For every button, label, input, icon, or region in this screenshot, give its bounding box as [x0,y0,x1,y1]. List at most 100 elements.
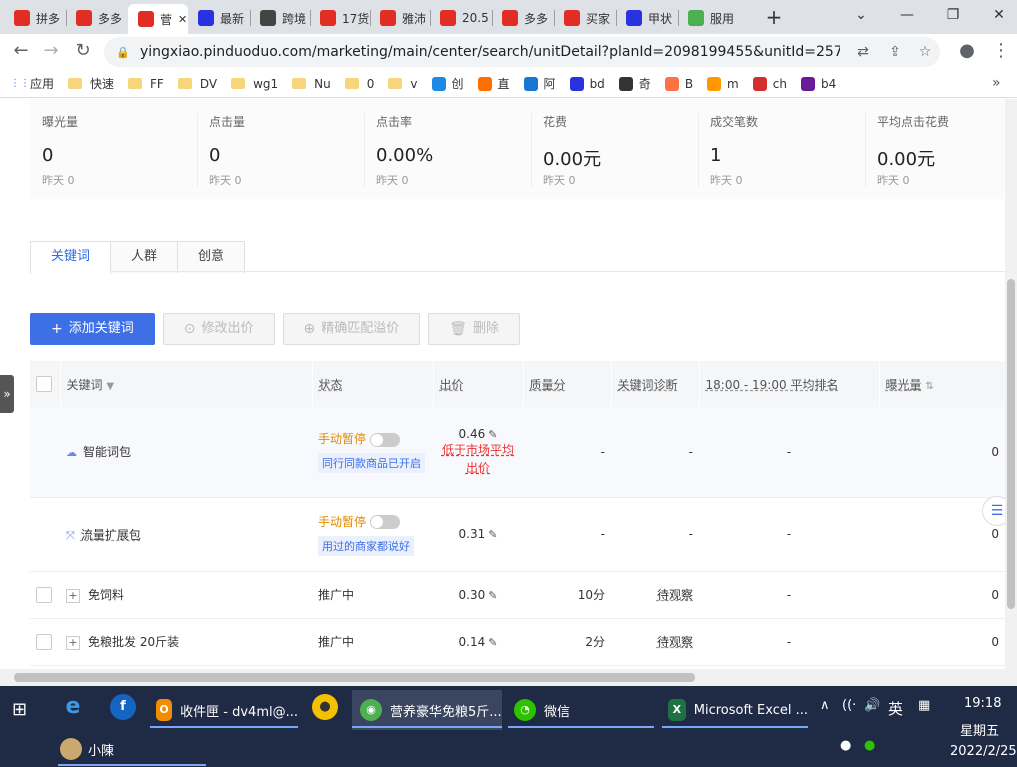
profile-avatar-icon[interactable]: ● [954,40,980,64]
network-icon[interactable]: ((· [842,698,856,713]
filter-icon[interactable]: ▼ [106,381,114,392]
bookmark-item[interactable]: bd [569,76,605,91]
tab-keywords[interactable]: 关键词 [30,241,112,274]
header-keyword[interactable]: 关键词 ▼ [60,361,313,407]
expand-row-icon[interactable]: + [66,635,80,650]
taskbar-chrome[interactable]: ◉ 营养豪华免粮5斤... [352,690,502,730]
edit-bid-icon[interactable]: ✎ [488,528,497,541]
header-exposure[interactable]: 曝光量 ⇅ [879,361,1005,407]
browser-tab[interactable]: 多多 [492,4,554,32]
new-tab-button[interactable]: + [762,6,786,30]
clock-time[interactable]: 19:18 [964,696,1001,711]
address-bar[interactable]: 🔒 yingxiao.pinduoduo.com/marketing/main/… [104,37,940,67]
tab-search-icon[interactable]: ⌄ [846,4,876,28]
browser-tab[interactable]: 菅 ✕ [128,4,188,34]
expand-row-icon[interactable]: + [66,588,80,603]
status-toggle[interactable] [370,432,401,447]
tray-overflow-icon[interactable]: ∧ [820,698,830,713]
ime-indicator[interactable]: 英 [888,698,903,719]
bookmark-star-icon[interactable]: ☆ [916,43,934,61]
browser-tab[interactable]: 跨境 [250,4,310,32]
horizontal-scroll-thumb[interactable] [14,673,695,682]
browser-tab[interactable]: 买家 [554,4,616,32]
browser-tab[interactable]: 拼多 [4,4,66,32]
diagnosis-text[interactable]: 待观察 [657,588,693,602]
side-expand-icon[interactable]: » [0,375,14,413]
ime-mode-icon[interactable]: ▦ [918,698,930,713]
reload-button[interactable]: ↻ [70,40,96,64]
bookmark-item[interactable]: m [707,76,739,91]
taskbar-user[interactable]: 小陳 [60,738,114,760]
bookmarks-overflow-icon[interactable]: » [992,75,1001,91]
row-checkbox[interactable] [36,586,52,603]
site-favicon-icon [618,76,633,91]
vertical-scroll-thumb[interactable] [1007,279,1015,609]
bookmark-item[interactable]: Nu [292,77,331,91]
bookmark-item[interactable]: 0 [344,77,374,91]
wechat-tray-icon[interactable]: ● [864,738,875,753]
delete-button[interactable]: 🗑 删除 [428,313,521,345]
browser-tab[interactable]: 甲状 [616,4,678,32]
bookmark-item[interactable]: 直 [477,75,510,92]
status-text: 手动暂停 [318,432,367,447]
tab-audience[interactable]: 人群 [110,241,179,273]
translate-icon[interactable]: ⇄ [854,43,872,61]
edit-bid-icon[interactable]: ✎ [488,636,497,649]
bookmark-item[interactable]: ch [752,76,787,91]
browser-tab[interactable]: 17货 [310,4,370,32]
edit-bid-icon[interactable]: ✎ [488,589,497,602]
vertical-scrollbar[interactable] [1005,99,1017,669]
close-window-button[interactable]: ✕ [984,4,1014,28]
tab-creative[interactable]: 创意 [177,241,246,273]
bookmark-item[interactable]: b4 [800,76,836,91]
browser-tab[interactable]: 最新 [188,4,250,32]
bookmark-label: B [684,76,694,91]
flash-icon[interactable]: f [110,694,136,720]
bookmark-item[interactable]: v [388,77,418,91]
browser-tab[interactable]: 服用 [678,4,740,32]
horizontal-scrollbar[interactable] [0,669,1017,686]
ie-icon[interactable]: e [60,694,86,720]
windows-start-icon[interactable]: ⊞ [12,700,32,720]
sort-icon[interactable]: ⇅ [925,381,933,392]
tool-icon[interactable]: ● [312,694,338,720]
minimize-button[interactable]: — [892,4,922,28]
forward-button[interactable]: → [38,40,64,64]
stat-sub: 昨天 0 [376,174,409,187]
browser-tab[interactable]: 雅沛 [370,4,430,32]
taskbar-wechat[interactable]: ◔ 微信 [508,690,654,730]
menu-kebab-icon[interactable]: ⋮ [988,40,1014,64]
bookmark-item[interactable]: FF [128,77,164,91]
browser-tab[interactable]: 20.5 [430,4,492,32]
bookmark-item[interactable]: 快速 [68,75,114,92]
taskbar-outlook[interactable]: O 收件匣 - dv4ml@... [150,690,298,730]
bookmark-item[interactable]: 创 [431,75,464,92]
share-icon[interactable]: ⇪ [886,43,904,61]
taskbar-chrome-label: 营养豪华免粮5斤... [390,704,502,720]
row-checkbox[interactable] [36,633,52,650]
exact-match-premium-button[interactable]: ⊕ 精确匹配溢价 [282,313,421,345]
diagnosis-text[interactable]: 待观察 [657,635,693,649]
close-tab-icon[interactable]: ✕ [178,13,187,26]
select-all-checkbox[interactable] [36,376,52,392]
browser-tab[interactable]: 多多 [66,4,128,32]
baidu-paw-icon [626,10,642,26]
folder-icon [68,78,83,89]
bookmark-item[interactable]: ⋮⋮ 应用 [10,75,54,92]
bookmark-item[interactable]: DV [177,77,217,91]
bookmark-item[interactable]: B [664,76,694,91]
edit-bid-icon[interactable]: ✎ [488,428,497,441]
site-favicon-icon [752,76,767,91]
status-toggle[interactable] [370,515,401,529]
17-icon [320,10,336,26]
add-keyword-button[interactable]: + 添加关键词 [30,313,155,345]
bookmark-item[interactable]: 阿 [523,75,556,92]
restore-button[interactable]: ❐ [938,4,968,28]
back-button[interactable]: ← [8,40,34,64]
taskbar-excel[interactable]: X Microsoft Excel ... [662,690,808,730]
qq-icon[interactable]: ● [840,738,851,753]
edit-bid-button[interactable]: ⊙ 修改出价 [162,313,275,345]
bookmark-item[interactable]: 奇 [618,75,651,92]
bookmark-item[interactable]: wg1 [231,77,278,91]
volume-icon[interactable]: 🔊 [864,698,880,713]
